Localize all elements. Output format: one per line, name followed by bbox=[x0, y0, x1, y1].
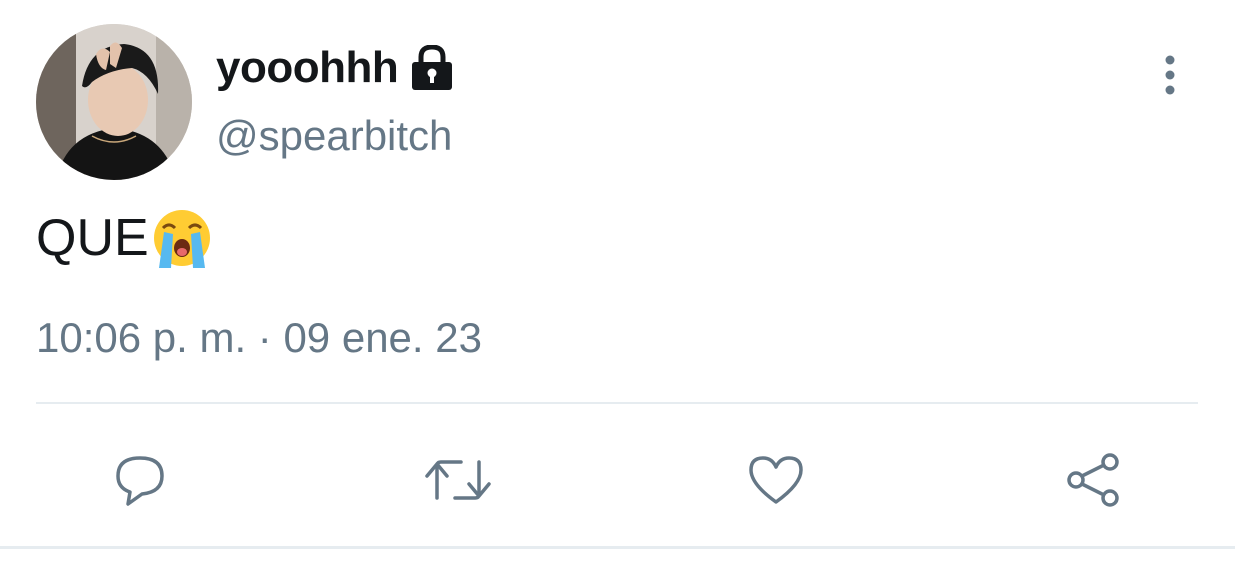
more-options-button[interactable] bbox=[1152, 52, 1188, 100]
reply-icon bbox=[116, 456, 164, 506]
tweet-text: QUE bbox=[36, 209, 149, 267]
loudly-crying-face-icon bbox=[151, 206, 213, 270]
share-icon bbox=[1067, 453, 1119, 507]
avatar-image bbox=[36, 24, 192, 180]
like-button[interactable] bbox=[736, 440, 816, 520]
display-name[interactable]: yooohhh bbox=[216, 43, 399, 93]
tweet-detail: yooohhh @spearbitch QUE 10:06 p. m. · 09… bbox=[0, 0, 1235, 567]
lock-icon bbox=[410, 44, 454, 91]
retweet-icon bbox=[425, 460, 491, 500]
retweet-button[interactable] bbox=[418, 440, 498, 520]
divider bbox=[36, 402, 1198, 404]
user-handle[interactable]: @spearbitch bbox=[216, 112, 452, 160]
avatar[interactable] bbox=[36, 24, 192, 180]
tweet-body: QUE bbox=[36, 204, 213, 272]
author-row: yooohhh bbox=[216, 40, 454, 96]
action-bar bbox=[0, 440, 1235, 520]
tweet-timestamp: 10:06 p. m. · 09 ene. 23 bbox=[36, 314, 482, 361]
divider bbox=[0, 546, 1235, 549]
heart-icon bbox=[749, 456, 803, 504]
share-button[interactable] bbox=[1054, 440, 1134, 520]
more-vertical-icon bbox=[1165, 55, 1175, 95]
reply-button[interactable] bbox=[100, 440, 180, 520]
